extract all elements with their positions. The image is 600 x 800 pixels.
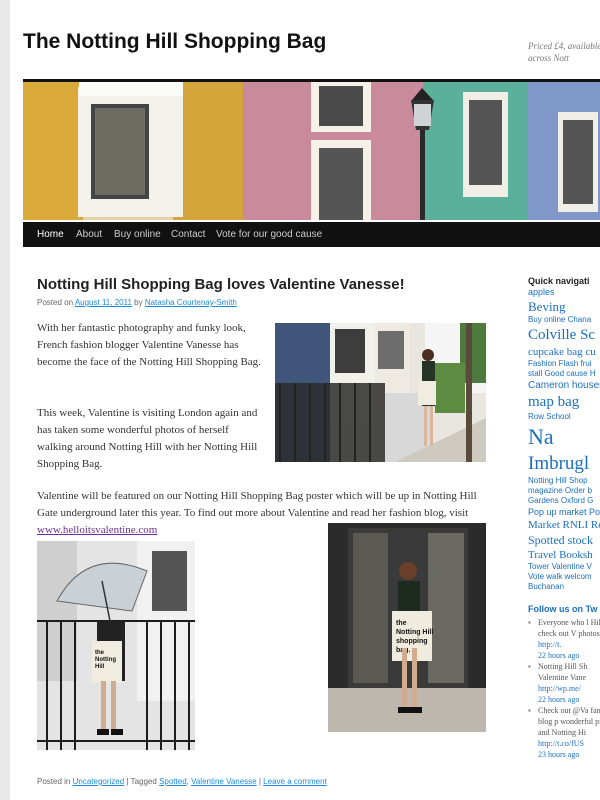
tweet-link[interactable]: http://t. — [538, 640, 561, 649]
category-link[interactable]: Uncategorized — [73, 777, 125, 786]
tag-cloud-link[interactable]: Cameron houses — [528, 379, 600, 392]
tweet-list: Everyone who l Hill check out V photos ht… — [528, 617, 600, 760]
site-title[interactable]: The Notting Hill Shopping Bag — [23, 30, 326, 54]
svg-text:Notting: Notting — [95, 657, 116, 663]
tag-cloud-link[interactable]: Buy online Chana — [528, 315, 600, 325]
footer-separator: | — [258, 777, 261, 786]
tweet-time[interactable]: 22 hours ago — [538, 650, 600, 661]
post-meta: Posted on August 11, 2011 by Natasha Cou… — [37, 298, 237, 307]
page: The Notting Hill Shopping Bag Priced £4,… — [10, 0, 600, 800]
menu-item-buy-online[interactable]: Buy online — [114, 229, 161, 240]
tweet-link[interactable]: http://t.co/fUS — [538, 739, 584, 748]
by-label: by — [134, 298, 143, 307]
post-date-link[interactable]: August 11, 2011 — [75, 298, 132, 307]
tweet-link[interactable]: http://wp.me/ — [538, 684, 581, 693]
leave-comment-link[interactable]: Leave a comment — [263, 777, 327, 786]
menu-item-about[interactable]: About — [76, 229, 102, 240]
tweet-text: Everyone who l Hill check out V photos — [538, 618, 600, 638]
follow-twitter-title[interactable]: Follow us on Tw — [528, 604, 597, 614]
svg-text:Hill: Hill — [95, 664, 105, 670]
tweet-item: Everyone who l Hill check out V photos ht… — [528, 617, 600, 661]
tag-cloud-link[interactable]: Tower Valentine V — [528, 562, 600, 572]
tag-link-valentine[interactable]: Valentine Vanesse — [191, 777, 257, 786]
svg-text:shopping: shopping — [396, 638, 428, 645]
tweet-item: Notting Hill Sh Valentine Vane http://wp.… — [528, 661, 600, 705]
menu-item-contact[interactable]: Contact — [171, 229, 205, 240]
tweet-text: Notting Hill Sh Valentine Vane — [538, 662, 588, 682]
tag-cloud-link[interactable]: Travel Booksh — [528, 548, 600, 562]
tweet-time[interactable]: 23 hours ago — [538, 749, 600, 760]
paragraph-3-text: Valentine will be featured on our Nottin… — [37, 490, 477, 519]
header-banner-image — [23, 82, 600, 220]
tag-cloud-link[interactable]: Market RNLI Re — [528, 518, 600, 532]
tag-cloud-link[interactable]: Colville Sc — [528, 325, 600, 345]
tag-cloud-link[interactable]: Row School — [528, 412, 600, 422]
svg-text:Notting Hill: Notting Hill — [396, 629, 433, 636]
tag-cloud-link[interactable]: Gardens Oxford G — [528, 496, 600, 506]
post-footer-meta: Posted in Uncategorized | Tagged Spotted… — [37, 777, 327, 786]
menu-item-home[interactable]: Home — [37, 229, 64, 240]
posted-in-label: Posted in — [37, 777, 71, 786]
tag-cloud: apples Beving Buy online Chana Colville Sc c… — [528, 286, 600, 592]
photo-valentine-shopfront[interactable]: the Notting Hill shopping bag. — [328, 523, 486, 732]
tag-cloud-link[interactable]: map bag — [528, 392, 600, 412]
svg-text:the: the — [396, 620, 407, 627]
tag-cloud-link[interactable]: Notting Hill Shop — [528, 476, 600, 486]
tag-cloud-link[interactable]: Vote walk welcom — [528, 572, 600, 582]
post-author-link[interactable]: Natasha Courtenay-Smith — [145, 298, 237, 307]
tag-link-spotted[interactable]: Spotted — [159, 777, 187, 786]
post-paragraph-2: This week, Valentine is visiting London … — [37, 407, 258, 470]
blog-link[interactable]: www.helloitsvalentine.com — [37, 524, 157, 536]
tag-cloud-link[interactable]: Fashion Flash frui — [528, 359, 600, 369]
tag-cloud-link[interactable]: cupcake bag cu — [528, 345, 600, 359]
tag-cloud-link[interactable]: Beving — [528, 298, 600, 315]
post-title[interactable]: Notting Hill Shopping Bag loves Valentin… — [37, 276, 405, 293]
photo-valentine-street[interactable] — [275, 323, 486, 462]
menu-item-vote[interactable]: Vote for our good cause — [216, 229, 322, 240]
tweet-item: Check out @Va fantastic blog p wonderful… — [528, 705, 600, 760]
sidebar-tag-cloud: Quick navigati apples Beving Buy online Ch… — [528, 276, 600, 592]
tag-cloud-link[interactable]: Buchanan — [528, 582, 600, 592]
tag-cloud-link[interactable]: Imbrugl — [528, 451, 600, 476]
tag-cloud-link[interactable]: magazine Order b — [528, 486, 600, 496]
tagged-label: | Tagged — [126, 777, 157, 786]
svg-text:the: the — [95, 650, 105, 656]
tag-cloud-link[interactable]: Spotted stock — [528, 532, 600, 548]
tag-cloud-link[interactable]: stall Good cause H — [528, 369, 600, 379]
quick-navigation-title: Quick navigati — [528, 276, 590, 286]
site-tagline: Priced £4, available shops across Nott — [528, 41, 600, 63]
tag-cloud-link[interactable]: Na — [528, 422, 600, 451]
photo-valentine-umbrella[interactable]: the Notting Hill — [37, 541, 195, 750]
tweet-time[interactable]: 22 hours ago — [538, 694, 600, 705]
main-menu: Home About Buy online Contact Vote for o… — [23, 222, 600, 247]
tag-cloud-link[interactable]: apples — [528, 286, 600, 298]
posted-on-label: Posted on — [37, 298, 74, 307]
tag-cloud-link[interactable]: Pop up market Po — [528, 506, 600, 518]
tweet-text: Check out @Va fantastic blog p wonderful… — [538, 706, 600, 737]
post-paragraph-1: With her fantastic photography and funky… — [37, 322, 261, 368]
